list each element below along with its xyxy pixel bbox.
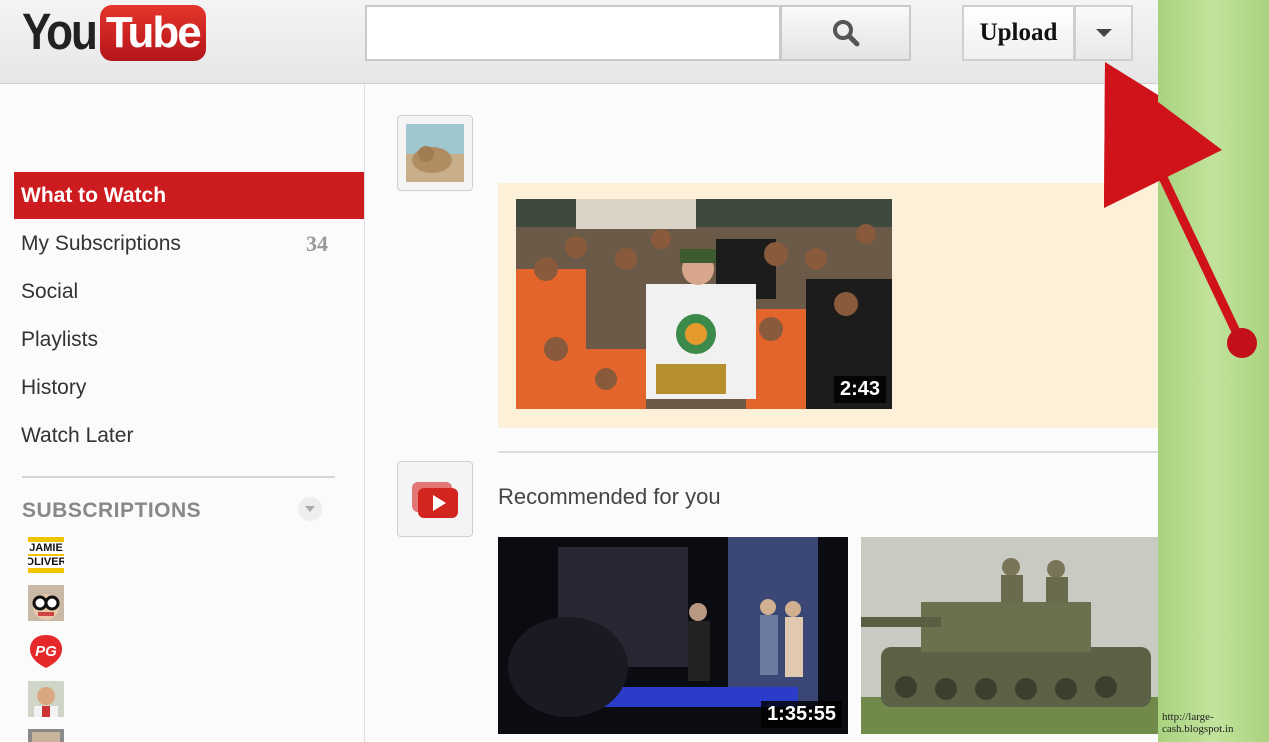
sidebar-item-what-to-watch[interactable]: What to Watch	[14, 172, 364, 219]
man-face-avatar	[28, 681, 64, 717]
sidebar-divider	[22, 476, 335, 478]
recommended-heading: Recommended for you	[498, 484, 721, 509]
video-duration: 2:43	[833, 376, 886, 403]
sidebar-item-label: My Subscriptions	[21, 231, 181, 255]
pg-logo-text: PG	[35, 643, 57, 660]
youtube-window: You Tube Upload What to Watch My Subscri…	[0, 0, 1158, 742]
main-content: 2:43 Recommended for you 1:35:55	[366, 84, 1158, 742]
feed-item-card: 2:43	[498, 183, 1158, 428]
search-input[interactable]	[365, 5, 781, 61]
sidebar-item-watch-later[interactable]: Watch Later	[14, 412, 364, 459]
sidebar-item-playlists[interactable]: Playlists	[14, 316, 364, 363]
logo-tube-text: Tube	[99, 5, 206, 61]
search-icon	[832, 20, 859, 47]
sand-sculpture-thumbnail	[406, 124, 464, 182]
play-stack-icon	[412, 482, 458, 518]
sidebar-item-label: What to Watch	[21, 183, 167, 207]
tank-photo	[861, 537, 1158, 734]
sidebar-item-my-subscriptions[interactable]: My Subscriptions 34	[14, 220, 364, 267]
subscriptions-count-badge: 34	[306, 230, 328, 256]
sidebar-item-social[interactable]: Social	[14, 268, 364, 315]
background-green-band	[1158, 0, 1269, 742]
feed-video-thumbnail[interactable]: 2:43	[516, 199, 892, 409]
avatar-logo-line: JAMIE	[28, 542, 64, 554]
subscription-avatar-partial[interactable]	[28, 729, 64, 742]
avatar-logo-line: OLIVER	[28, 556, 64, 568]
subscription-avatar-glasses[interactable]	[28, 585, 64, 621]
partial-avatar	[28, 729, 64, 742]
search-button[interactable]	[780, 5, 911, 61]
masthead: You Tube Upload	[0, 0, 1158, 84]
upload-menu-button[interactable]	[1074, 5, 1133, 61]
subscription-avatar-man[interactable]	[28, 681, 64, 717]
pg-logo: PG	[28, 633, 64, 669]
chevron-down-icon	[305, 506, 315, 512]
recommended-icon-box	[397, 461, 473, 537]
sidebar-item-label: Watch Later	[21, 423, 134, 447]
sidebar-item-label: History	[21, 375, 87, 399]
glasses-face-avatar	[28, 585, 64, 621]
channel-avatar[interactable]	[397, 115, 473, 191]
recommended-video-2[interactable]	[861, 537, 1158, 734]
subscriptions-heading: SUBSCRIPTIONS	[22, 499, 202, 522]
sidebar-item-label: Playlists	[21, 327, 99, 351]
youtube-logo[interactable]: You Tube	[22, 4, 206, 62]
subscription-avatar-jamie-oliver[interactable]: JAMIE OLIVER	[28, 537, 64, 573]
feed-divider	[498, 451, 1158, 453]
logo-you-text: You	[22, 4, 98, 61]
recommended-video-1[interactable]: 1:35:55	[498, 537, 848, 734]
subscriptions-toggle-button[interactable]	[298, 497, 322, 521]
upload-button[interactable]: Upload	[962, 5, 1075, 61]
sidebar-item-label: Social	[21, 279, 79, 303]
sidebar-item-history[interactable]: History	[14, 364, 364, 411]
guide-sidebar: What to Watch My Subscriptions 34 Social…	[0, 84, 365, 742]
watermark-text: http://large-cash.blogspot.in	[1162, 711, 1234, 735]
subscription-avatar-pg[interactable]: PG	[28, 633, 64, 669]
video-duration: 1:35:55	[761, 701, 842, 728]
caret-down-icon	[1095, 29, 1112, 37]
